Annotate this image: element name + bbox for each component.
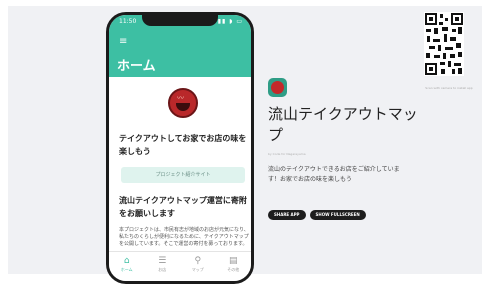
page-title: ホーム [117, 59, 156, 74]
tab-label: マップ [191, 267, 204, 272]
search-icon: ⚲ [194, 256, 202, 266]
bottom-tab-bar: ⌂ ホーム ☰ お店 ⚲ マップ ▤ その他 [109, 251, 251, 281]
home-icon: ⌂ [123, 256, 130, 266]
hamburger-menu-icon[interactable]: ≡ [119, 37, 127, 47]
donation-body-text: 本プロジェクトは、市民有志が地域のお店が元気になり、私たちのくらしが便利になるた… [119, 227, 249, 247]
donation-headline: 流山テイクアウトマップ運営に寄附をお願いします [119, 196, 247, 218]
list-icon: ☰ [158, 256, 167, 266]
tab-label: その他 [227, 267, 240, 272]
phone-notch [142, 15, 218, 26]
status-time: 11:50 [119, 18, 137, 25]
action-buttons: SHARE APP SHOW FULLSCREEN [268, 210, 366, 220]
app-name-title: 流山テイクアウトマップ [268, 105, 418, 144]
document-icon: ▤ [228, 256, 238, 266]
project-site-button[interactable]: プロジェクト紹介サイト [121, 167, 245, 183]
tab-other[interactable]: ▤ その他 [219, 256, 247, 281]
app-icon [268, 78, 287, 97]
tab-label: ホーム [120, 267, 133, 272]
qr-code-icon [424, 12, 464, 76]
app-description: 流山のテイクアウトできるお店をご紹介しています！お家でお店の味を楽しもう [268, 166, 400, 183]
tab-home[interactable]: ⌂ ホーム [113, 256, 141, 281]
share-app-button[interactable]: SHARE APP [268, 210, 306, 220]
tab-shops[interactable]: ☰ お店 [148, 256, 176, 281]
status-icons: ▮▮ ◗ ▭ [217, 18, 243, 25]
tab-map[interactable]: ⚲ マップ [184, 256, 212, 281]
qr-caption: Scan with camera to install app [425, 86, 473, 90]
show-fullscreen-button[interactable]: SHOW FULLSCREEN [309, 210, 366, 220]
phone-preview: 11:50 ▮▮ ◗ ▭ ≡ ホーム 〰 テイクアウトしてお家でお店の味を楽しも… [106, 12, 254, 284]
hero-headline: テイクアウトしてお家でお店の味を楽しもう [119, 134, 247, 156]
app-author-subtitle: by Code for Nagareyama [268, 152, 306, 156]
tab-label: お店 [158, 267, 167, 272]
ramen-logo-icon: 〰 [168, 88, 198, 118]
